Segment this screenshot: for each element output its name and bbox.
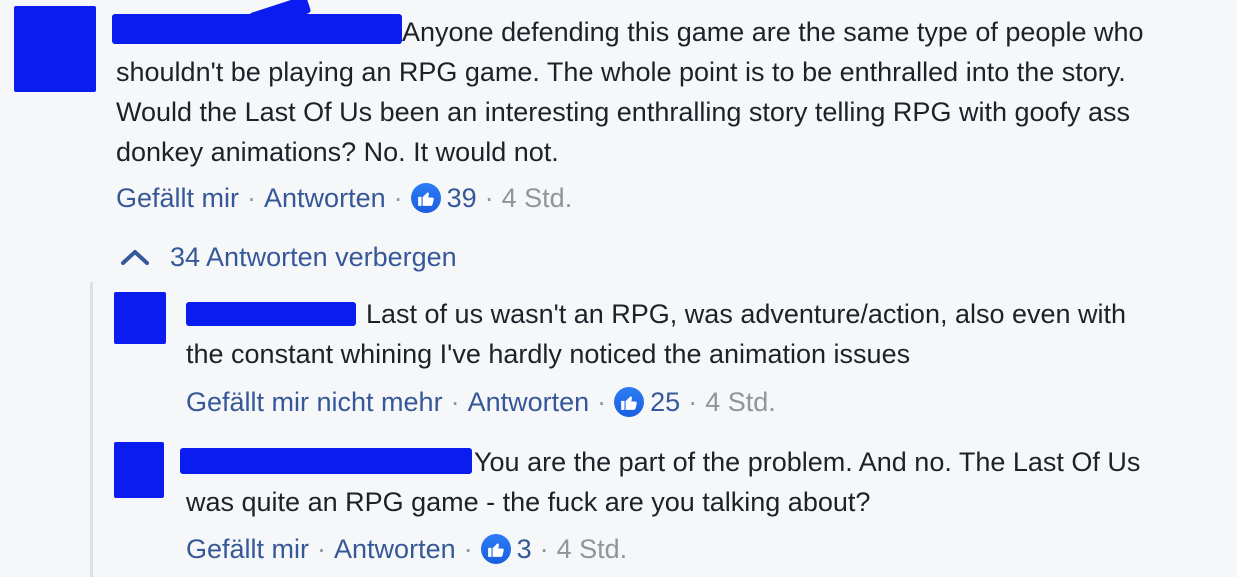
like-count[interactable]: 39	[447, 182, 477, 214]
thread-line	[90, 282, 93, 577]
timestamp[interactable]: 4 Std.	[705, 386, 776, 418]
comment-1-text: Anyone defending this game are the same …	[116, 17, 1144, 167]
separator-dot: ·	[247, 183, 257, 213]
separator-dot: ·	[393, 183, 403, 213]
avatar[interactable]	[14, 6, 96, 92]
like-count[interactable]: 3	[517, 533, 532, 565]
hide-replies-label[interactable]: 34 Antworten verbergen	[170, 241, 457, 273]
reply-1-text: Last of us wasn't an RPG, was adventure/…	[186, 299, 1127, 369]
avatar[interactable]	[114, 442, 164, 498]
separator-dot: ·	[450, 387, 460, 417]
like-button[interactable]: Gefällt mir	[186, 533, 309, 565]
separator-dot: ·	[597, 387, 607, 417]
reply-2-text: You are the part of the problem. And no.…	[186, 447, 1141, 517]
unlike-button[interactable]: Gefällt mir nicht mehr	[186, 386, 443, 418]
reply-button[interactable]: Antworten	[334, 533, 456, 565]
reply-1-actions: Gefällt mir nicht mehr · Antworten · 25 …	[186, 386, 776, 418]
hide-replies-toggle[interactable]: 34 Antworten verbergen	[118, 241, 457, 273]
like-button[interactable]: Gefällt mir	[116, 182, 239, 214]
thumbs-up-icon[interactable]	[410, 183, 441, 213]
reply-button[interactable]: Antworten	[264, 182, 386, 214]
thumbs-up-icon[interactable]	[480, 534, 511, 564]
separator-dot: ·	[484, 183, 494, 213]
reply-2-actions: Gefällt mir · Antworten · 3 · 4 Std.	[186, 533, 627, 565]
reply-button[interactable]: Antworten	[468, 386, 590, 418]
timestamp[interactable]: 4 Std.	[557, 533, 628, 565]
like-count[interactable]: 25	[650, 386, 680, 418]
chevron-up-icon	[121, 250, 149, 265]
separator-dot: ·	[317, 534, 327, 564]
separator-dot: ·	[539, 534, 549, 564]
comment-1-actions: Gefällt mir · Antworten · 39 · 4 Std.	[116, 182, 572, 214]
avatar[interactable]	[114, 292, 166, 344]
timestamp[interactable]: 4 Std.	[502, 182, 573, 214]
separator-dot: ·	[688, 387, 698, 417]
thumbs-up-icon[interactable]	[614, 387, 645, 417]
separator-dot: ·	[463, 534, 473, 564]
